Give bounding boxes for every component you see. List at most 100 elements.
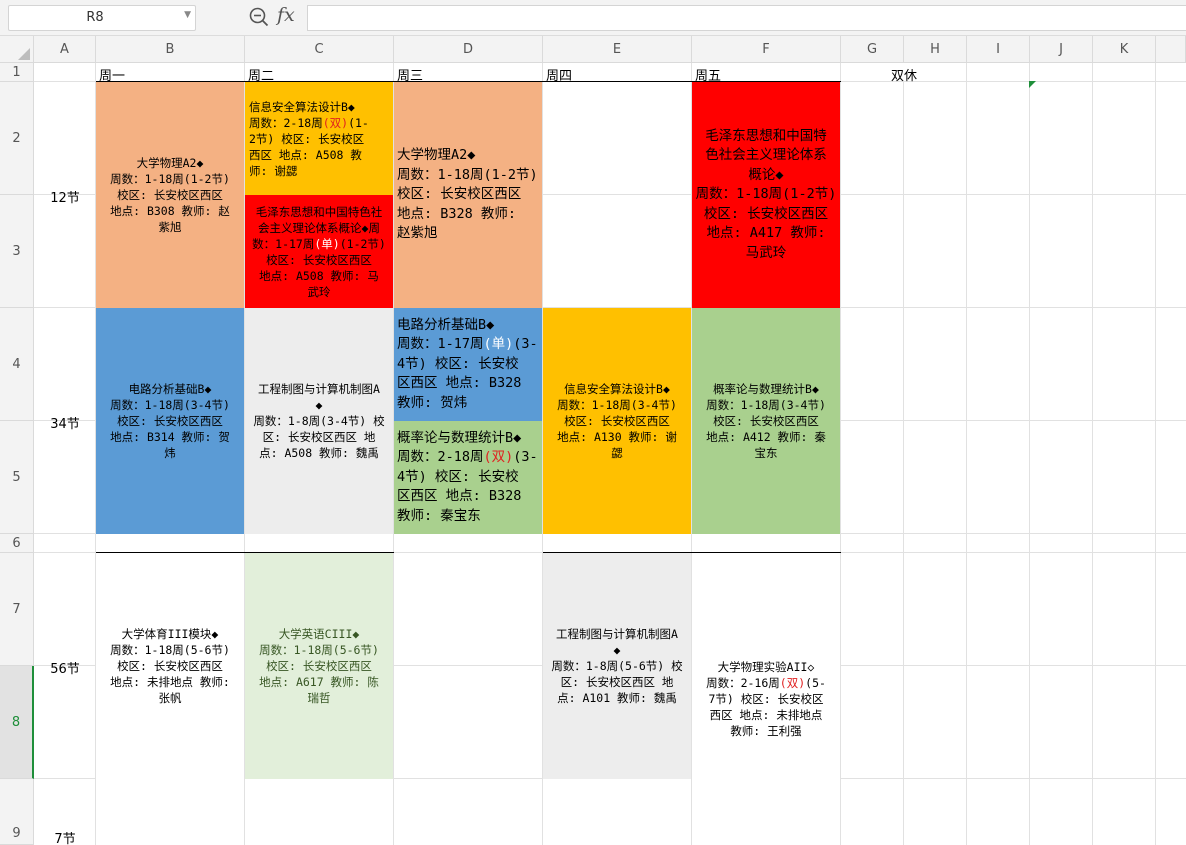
course-text-line: 4节) 校区: 长安校 — [397, 468, 539, 488]
gridline — [1155, 63, 1156, 845]
course-block[interactable]: 毛泽东思想和中国特 色社会主义理论体系 概论◆ 周数：1-18周(1-2节) 校区: 长… — [692, 82, 840, 308]
col-header-e[interactable]: E — [543, 36, 692, 63]
course-text-line: 校区: 长安校区西区 — [713, 414, 819, 428]
course-text: (1- — [348, 115, 369, 130]
row-header-4[interactable]: 4 — [0, 308, 34, 421]
col-header-h[interactable]: H — [904, 36, 967, 63]
course-text-line: 勰 — [611, 446, 623, 460]
course-text-line: 宝东 — [754, 446, 778, 460]
course-block[interactable]: 毛泽东思想和中国特色社 会主义理论体系概论◆周 数：1-17周(单)(1-2节) 校区… — [245, 195, 393, 308]
course-block[interactable]: 大学物理A2◆ 周数：1-18周(1-2节) 校区: 长安校区西区 地点: B328 … — [394, 82, 542, 308]
week-parity-tag: (双) — [779, 676, 806, 690]
course-text-line: 大学物理A2◆ — [397, 147, 476, 164]
col-header-j[interactable]: J — [1030, 36, 1093, 63]
course-text: 周数：2-18周 — [397, 449, 484, 466]
course-block[interactable]: 信息安全算法设计B◆ 周数：1-18周(3-4节) 校区: 长安校区西区 地点: A1… — [543, 308, 691, 534]
course-block[interactable]: 大学物理实验AII◇ 周数：2-16周(双)(5- 7节) 校区: 长安校区 西区 地… — [692, 553, 840, 845]
course-text: 4节) 校区: 长安校 — [397, 355, 519, 372]
col-header-d[interactable]: D — [394, 36, 543, 63]
course-text-line: 教师: 秦宝东 — [397, 507, 539, 527]
course-block[interactable]: 概率论与数理统计B◆ 周数：1-18周(3-4节) 校区: 长安校区西区 地点: A4… — [692, 308, 840, 534]
row-header-3[interactable]: 3 — [0, 195, 34, 308]
col-header-b[interactable]: B — [96, 36, 245, 63]
row-header-6[interactable]: 6 — [0, 534, 34, 553]
row-header-1[interactable]: 1 — [0, 63, 34, 82]
course-block[interactable]: 概率论与数理统计B◆ 周数：2-18周(双)(3- 4节) 校区: 长安校 区西区 地… — [394, 421, 542, 534]
course-text-line: 概率论与数理统计B◆ — [397, 429, 539, 449]
course-text: 西区 地点: 未排地点 — [709, 708, 823, 722]
course-block[interactable]: 信息安全算法设计B◆ 周数：2-18周(双)(1- 2节) 校区: 长安校区 西区 地… — [245, 82, 393, 195]
col-header-i[interactable]: I — [967, 36, 1030, 63]
col-header-f[interactable]: F — [692, 36, 841, 63]
course-block[interactable]: 电路分析基础B◆ 周数：1-17周(单)(3- 4节) 校区: 长安校 区西区 地点:… — [394, 308, 542, 421]
chevron-down-icon[interactable]: ▼ — [184, 10, 191, 20]
course-text: 概率论与数理统计B◆ — [397, 429, 522, 446]
course-block[interactable]: 工程制图与计算机制图A ◆ 周数：1-8周(3-4节) 校区: 长安校区西区 地点:… — [245, 308, 393, 534]
course-text: 周数：2-16周 — [706, 676, 780, 690]
course-text-line: 校区: 长安校区西区 — [117, 414, 223, 428]
course-block[interactable]: 大学体育III模块◆ 周数：1-18周(5-6节) 校区: 长安校区西区 地点: 未排… — [96, 553, 244, 779]
course-text-line: 周数：1-8周(3-4节) 校 — [253, 414, 385, 428]
course-text: 毛泽东思想和中国特色社 — [255, 204, 383, 219]
course-text-line: 周数：2-18周(双)(1- — [249, 115, 389, 131]
course-block[interactable]: 大学英语CIII◆ 周数：1-18周(5-6节) 校区: 长安校区西区 地点: A61… — [245, 553, 393, 779]
course-text: 周数：1-17周 — [397, 336, 484, 353]
gridline — [840, 63, 841, 845]
row-header-7[interactable]: 7 — [0, 553, 34, 666]
course-text: 地点: A508 教师: 马 — [259, 268, 379, 283]
row-header-2[interactable]: 2 — [0, 82, 34, 195]
zoom-out-icon[interactable] — [248, 6, 270, 28]
course-text-line: 马武玲 — [745, 244, 787, 261]
spreadsheet-grid: A B C D E F G H I J K 1 2 3 4 5 6 7 8 9 … — [0, 36, 1186, 845]
course-text: 西区 地点: A508 教 — [249, 147, 362, 162]
course-text: 周数：2-18周 — [249, 115, 323, 130]
slot-label-34[interactable]: 34节 — [34, 413, 96, 432]
course-block[interactable]: 电路分析基础B◆ 周数：1-18周(3-4节) 校区: 长安校区西区 地点: B314… — [96, 308, 244, 534]
course-text-line: 毛泽东思想和中国特 — [705, 127, 827, 144]
course-text-line: 信息安全算法设计B◆ — [249, 99, 389, 115]
week-parity-tag: (单) — [483, 336, 514, 353]
course-block[interactable]: 工程制图与计算机制图A ◆ 周数：1-8周(5-6节) 校区: 长安校区西区 地点:… — [543, 553, 691, 779]
course-text-line: 地点: B314 教师: 贺 — [110, 430, 230, 444]
col-header-k[interactable]: K — [1093, 36, 1156, 63]
course-text-line: 校区: 长安校区西区 — [266, 659, 372, 673]
course-text-line: 教师: 王利强 — [696, 723, 836, 739]
course-text: 7节) 校区: 长安校区 — [708, 692, 824, 706]
course-text-line: ◆ — [315, 398, 323, 412]
course-text-line: 概率论与数理统计B◆ — [713, 382, 819, 396]
course-text-line: 地点: B328 教师: — [397, 205, 517, 222]
gridline — [903, 82, 904, 845]
course-block[interactable]: 大学物理A2◆ 周数：1-18周(1-2节) 校区: 长安校区西区 地点: B308 … — [96, 82, 244, 308]
weekday-weekend[interactable]: 双休 — [841, 65, 967, 84]
course-text: 大学物理实验AII◇ — [717, 660, 815, 674]
week-parity-tag: (双) — [483, 449, 514, 466]
course-text: (3- — [513, 336, 538, 353]
course-text-line: 西区 地点: 未排地点 — [696, 707, 836, 723]
col-header-g[interactable]: G — [841, 36, 904, 63]
course-text: 区西区 地点: B328 — [397, 375, 522, 392]
row-header-8[interactable]: 8 — [0, 666, 34, 779]
course-text-line: 周数：1-18周(1-2节) — [110, 172, 230, 186]
course-text: 区西区 地点: B328 — [397, 488, 522, 505]
fx-icon[interactable]: fx — [277, 4, 295, 26]
course-text-line: 电路分析基础B◆ — [397, 316, 539, 336]
slot-label-7[interactable]: 7节 — [34, 828, 96, 845]
gridline — [1092, 63, 1093, 845]
row-header-5[interactable]: 5 — [0, 421, 34, 534]
formula-input[interactable] — [307, 5, 1186, 31]
course-text-line: 工程制图与计算机制图A — [556, 627, 678, 641]
course-text-line: 工程制图与计算机制图A — [258, 382, 380, 396]
gridline — [966, 63, 967, 845]
course-text-line: 周数：1-18周(5-6节) — [110, 643, 230, 657]
course-text-line: 周数：1-8周(5-6节) 校 — [551, 659, 683, 673]
row-header-9[interactable]: 9 — [0, 779, 34, 845]
name-box[interactable]: R8 ▼ — [8, 5, 196, 31]
slot-label-56[interactable]: 56节 — [34, 658, 96, 677]
course-text: 校区: 长安校区西区 — [266, 252, 372, 267]
col-header-c[interactable]: C — [245, 36, 394, 63]
cell-comment-marker-icon — [1029, 81, 1036, 88]
col-header-a[interactable]: A — [34, 36, 96, 63]
course-text-line: 2节) 校区: 长安校区 — [249, 131, 389, 147]
course-text-line: 武玲 — [249, 284, 389, 300]
slot-label-12[interactable]: 12节 — [34, 187, 96, 206]
